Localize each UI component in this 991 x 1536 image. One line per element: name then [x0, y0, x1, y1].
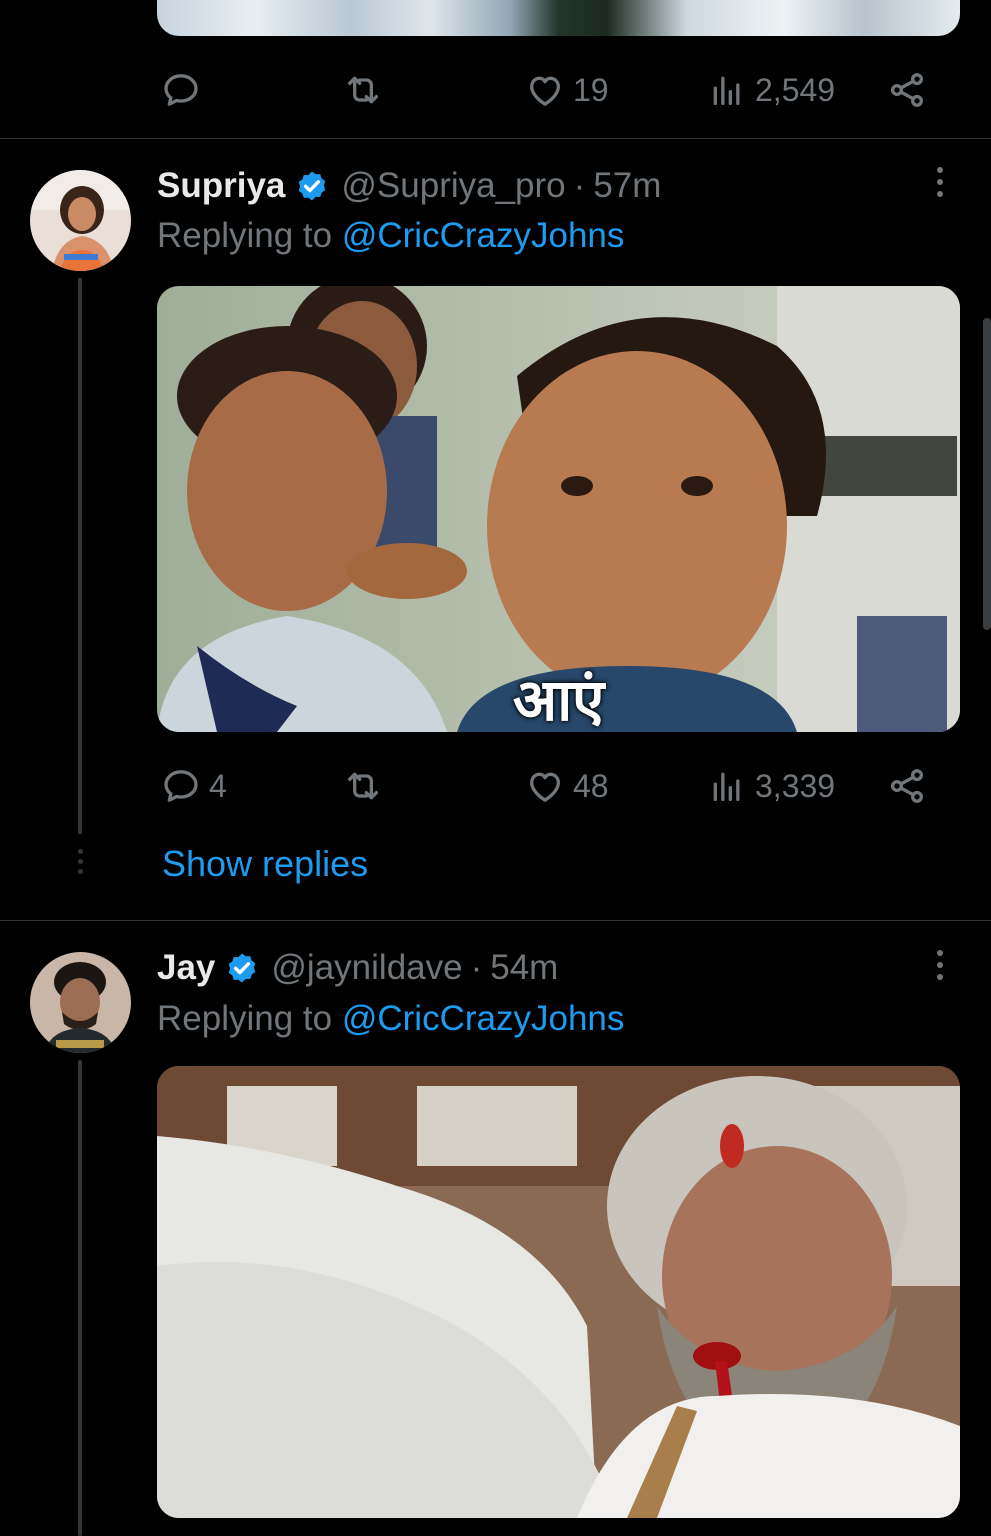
avatar[interactable]	[30, 952, 131, 1053]
views-button[interactable]: 2,549	[707, 68, 835, 112]
share-icon	[891, 769, 923, 803]
retweet-button[interactable]	[341, 68, 385, 112]
more-icon[interactable]	[930, 950, 950, 990]
retweet-button[interactable]	[341, 764, 385, 808]
avatar[interactable]	[30, 170, 131, 271]
like-button[interactable]: 48	[525, 764, 609, 808]
replying-mention-link[interactable]: @CricCrazyJohns	[342, 216, 625, 255]
like-button[interactable]: 19	[525, 68, 609, 112]
tweet-media-image[interactable]: आएं	[157, 286, 960, 732]
tweet-actions: 4 48 3,339	[157, 764, 937, 808]
verified-badge-icon	[229, 953, 256, 983]
user-handle[interactable]: @jaynildave	[271, 948, 462, 988]
previous-tweet-media[interactable]	[157, 0, 960, 36]
share-button[interactable]	[887, 764, 927, 808]
more-icon[interactable]	[930, 167, 950, 207]
reply-icon	[164, 770, 198, 802]
user-handle[interactable]: @Supriya_pro	[341, 166, 565, 206]
replying-mention-link[interactable]: @CricCrazyJohns	[342, 999, 625, 1038]
tweet-header: Supriya @Supriya_pro · 57m	[157, 164, 661, 208]
replying-to: Replying to @CricCrazyJohns	[157, 216, 624, 256]
replying-prefix: Replying to	[157, 216, 333, 255]
reply-button[interactable]: 4	[161, 764, 227, 808]
verified-badge-icon	[299, 171, 326, 201]
previous-tweet-actions: 19 2,549	[157, 68, 937, 112]
tweet-divider	[0, 920, 991, 921]
like-icon	[530, 772, 560, 802]
share-button[interactable]	[887, 68, 927, 112]
reply-button[interactable]	[161, 68, 201, 112]
tweet-header: Jay @jaynildave · 54m	[157, 946, 558, 990]
scrollbar[interactable]	[983, 318, 991, 630]
views-count: 2,549	[755, 71, 836, 108]
thread-dots	[76, 849, 84, 879]
views-count: 3,339	[755, 767, 836, 804]
thread-line	[78, 278, 82, 834]
retweet-icon	[347, 772, 378, 800]
retweet-icon	[347, 76, 378, 104]
show-replies-link[interactable]: Show replies	[162, 843, 368, 885]
like-icon	[530, 76, 560, 106]
media-caption: आएं	[512, 666, 605, 732]
reply-count: 4	[209, 767, 227, 804]
like-count: 48	[573, 767, 609, 804]
like-count: 19	[573, 71, 609, 108]
tweet-divider	[0, 138, 991, 139]
views-button[interactable]: 3,339	[707, 764, 835, 808]
display-name[interactable]: Jay	[157, 948, 215, 988]
separator-dot: ·	[470, 948, 483, 987]
share-icon	[891, 73, 923, 107]
separator-dot: ·	[573, 166, 586, 205]
views-icon	[713, 76, 740, 106]
timestamp[interactable]: 54m	[490, 948, 558, 988]
replying-prefix: Replying to	[157, 999, 333, 1038]
tweet-media-image[interactable]	[157, 1066, 960, 1518]
display-name[interactable]: Supriya	[157, 166, 285, 206]
thread-line	[78, 1060, 82, 1536]
reply-icon	[164, 74, 198, 106]
timestamp[interactable]: 57m	[593, 166, 661, 206]
replying-to: Replying to @CricCrazyJohns	[157, 999, 624, 1039]
views-icon	[713, 772, 740, 801]
